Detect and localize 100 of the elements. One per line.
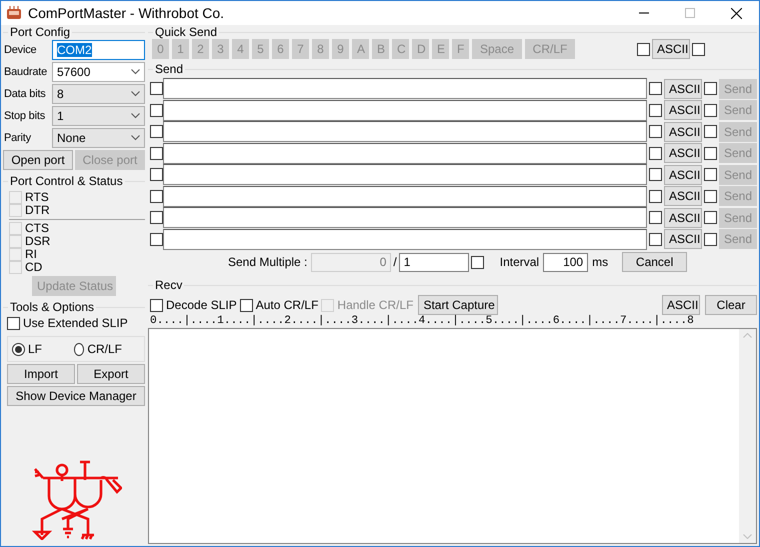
dropdown[interactable]: 8 bbox=[52, 84, 145, 104]
checkbox-label: Auto CR/LF bbox=[256, 298, 318, 312]
port-button[interactable]: Open port bbox=[3, 150, 73, 170]
send-text-field[interactable] bbox=[163, 164, 647, 186]
ascii-button[interactable]: ASCII bbox=[664, 78, 702, 99]
checkbox[interactable] bbox=[704, 82, 717, 96]
send-text-field[interactable] bbox=[163, 186, 647, 207]
group-title: Quick Send bbox=[153, 25, 220, 39]
chevron-down-icon bbox=[131, 134, 140, 140]
checkbox[interactable] bbox=[150, 82, 163, 96]
checkbox[interactable] bbox=[649, 125, 662, 138]
cancel-button[interactable]: Cancel bbox=[622, 252, 688, 272]
maximize-icon bbox=[685, 8, 695, 18]
checkbox[interactable] bbox=[649, 82, 662, 96]
checkbox[interactable] bbox=[150, 232, 163, 246]
checkbox[interactable] bbox=[704, 168, 717, 182]
checkbox[interactable] bbox=[649, 190, 662, 203]
ascii-button[interactable]: ASCII bbox=[664, 186, 702, 206]
column-ruler: 0....|....1....|....2....|....3....|....4....|....5....|....6....|....7....|....8 bbox=[149, 315, 695, 328]
radio-button[interactable] bbox=[74, 342, 84, 356]
ascii-button[interactable]: ASCII bbox=[664, 100, 702, 120]
checkbox-label: CTS bbox=[25, 222, 49, 235]
tool-button[interactable]: Show Device Manager bbox=[7, 386, 145, 406]
checkbox[interactable] bbox=[150, 211, 163, 224]
field-label: Data bits bbox=[3, 88, 47, 100]
checkbox[interactable] bbox=[470, 256, 484, 268]
checkbox[interactable] bbox=[649, 168, 662, 182]
separator-text: / bbox=[393, 255, 397, 269]
ascii-button[interactable]: ASCII bbox=[664, 229, 702, 250]
app-icon bbox=[6, 6, 22, 20]
checkbox[interactable] bbox=[704, 146, 717, 160]
dropdown[interactable]: 1 bbox=[52, 106, 145, 126]
device-field[interactable]: COM2 bbox=[52, 40, 145, 60]
checkbox[interactable] bbox=[150, 146, 163, 160]
send-text-field[interactable] bbox=[163, 207, 647, 228]
checkbox[interactable] bbox=[649, 232, 662, 246]
ascii-button[interactable]: ASCII bbox=[664, 164, 702, 185]
chevron-down-icon bbox=[131, 90, 140, 96]
ascii-button[interactable]: ASCII bbox=[652, 39, 690, 59]
interval-label: Interval bbox=[500, 255, 540, 269]
tool-button[interactable]: Export bbox=[77, 364, 145, 384]
field-label: Parity bbox=[3, 132, 32, 144]
window-title: ComPortMaster - Withrobot Co. bbox=[28, 5, 226, 21]
chevron-down-icon bbox=[131, 68, 140, 74]
radio-button[interactable] bbox=[12, 342, 25, 356]
radio-label: LF bbox=[28, 342, 42, 356]
ascii-button[interactable]: ASCII bbox=[664, 122, 702, 142]
send-multiple-label: Send Multiple : bbox=[228, 255, 308, 269]
dropdown[interactable]: 57600 bbox=[52, 62, 145, 82]
checkbox[interactable] bbox=[637, 42, 650, 56]
start-capture-button[interactable]: Start Capture bbox=[418, 295, 498, 315]
group-title: Tools & Options bbox=[8, 300, 96, 314]
group-title: Send bbox=[153, 62, 186, 76]
group-title: Recv bbox=[153, 278, 184, 292]
checkbox[interactable] bbox=[150, 125, 163, 138]
repeat-count-field[interactable]: 1 bbox=[398, 252, 469, 272]
checkbox-label: DSR bbox=[25, 235, 50, 248]
ascii-button[interactable]: ASCII bbox=[664, 208, 702, 228]
clear-button[interactable]: Clear bbox=[705, 295, 757, 315]
checkbox-label: CD bbox=[25, 261, 42, 274]
interval-field[interactable]: 100 bbox=[543, 252, 588, 272]
send-text-field[interactable] bbox=[163, 78, 647, 100]
ascii-button[interactable]: ASCII bbox=[664, 143, 702, 164]
checkbox[interactable] bbox=[240, 298, 253, 312]
checkbox[interactable] bbox=[704, 104, 717, 117]
group-title: Port Control & Status bbox=[8, 174, 125, 188]
checkbox[interactable] bbox=[150, 190, 163, 203]
checkbox[interactable] bbox=[150, 168, 163, 182]
checkbox[interactable] bbox=[150, 104, 163, 117]
checkbox-label: Decode SLIP bbox=[166, 298, 237, 312]
checkbox-label: Handle CR/LF bbox=[337, 298, 414, 312]
checkbox[interactable] bbox=[704, 211, 717, 224]
checkbox-label: RI bbox=[25, 248, 37, 261]
checkbox[interactable] bbox=[649, 146, 662, 160]
checkbox[interactable] bbox=[649, 104, 662, 117]
radio-label: CR/LF bbox=[87, 342, 122, 356]
sent-count-field: 0 bbox=[311, 252, 392, 272]
checkbox[interactable] bbox=[649, 211, 662, 224]
send-text-field[interactable] bbox=[163, 228, 647, 250]
ascii-button[interactable]: ASCII bbox=[662, 295, 700, 315]
dropdown[interactable]: None bbox=[52, 128, 145, 148]
checkbox[interactable] bbox=[704, 125, 717, 138]
checkbox[interactable] bbox=[704, 232, 717, 246]
checkbox[interactable] bbox=[704, 190, 717, 203]
field-label: Stop bits bbox=[3, 110, 46, 122]
unit-label: ms bbox=[592, 255, 608, 269]
field-label: Device bbox=[3, 44, 38, 56]
chevron-down-icon bbox=[131, 112, 140, 118]
checkbox[interactable] bbox=[7, 317, 20, 330]
checkbox-label: Use Extended SLIP bbox=[23, 317, 128, 330]
checkbox-label: DTR bbox=[25, 204, 50, 217]
checkbox[interactable] bbox=[692, 42, 705, 56]
send-text-field[interactable] bbox=[163, 121, 647, 142]
send-text-field[interactable] bbox=[163, 100, 647, 121]
send-text-field[interactable] bbox=[163, 142, 647, 164]
close-icon bbox=[730, 8, 742, 18]
checkbox-label: RTS bbox=[25, 191, 49, 204]
checkbox[interactable] bbox=[150, 298, 163, 312]
tool-button[interactable]: Import bbox=[7, 364, 75, 384]
field-label: Baudrate bbox=[3, 66, 48, 78]
